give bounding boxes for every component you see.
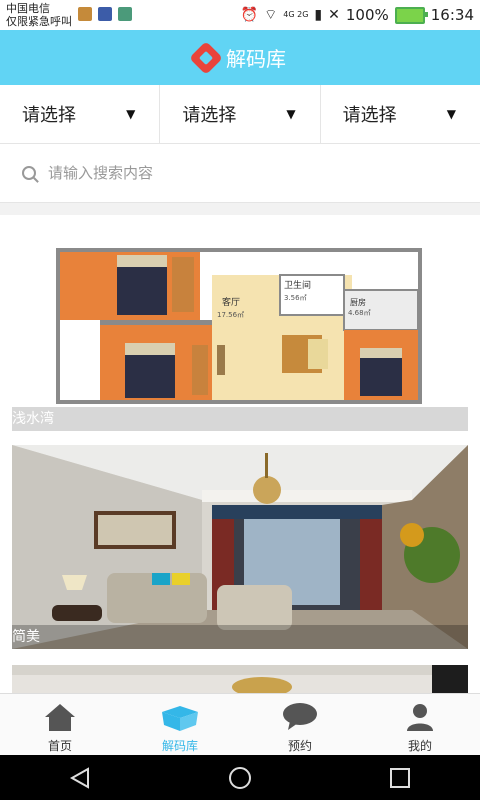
back-button[interactable] (60, 758, 100, 798)
battery-percent: 100% (345, 6, 389, 24)
search-input[interactable] (46, 163, 430, 183)
carrier-name: 中国电信 (6, 2, 50, 15)
no-signal-icon: ✕ (328, 7, 340, 23)
recents-square-icon (390, 767, 410, 788)
home-circle-icon (229, 766, 251, 789)
emergency-text: 仅限紧急呼叫 (6, 15, 72, 28)
search-icon (22, 166, 36, 180)
room-area-living: 17.56㎡ (217, 311, 244, 319)
design-card[interactable]: 客厅 17.56㎡ 卫生间 3.56㎡ 厨房 4.68㎡ 浅水湾 (12, 235, 468, 431)
section-divider (0, 203, 480, 215)
signal-icon: ▮ (314, 7, 323, 23)
filter-dropdown-2[interactable]: 请选择 ▼ (160, 85, 321, 143)
interior-photo (12, 445, 468, 649)
nav-item-appointment[interactable]: 预约 (240, 694, 360, 756)
room-area-bath: 3.56㎡ (284, 294, 307, 302)
status-indicators: ⏰ ⌔ 4G 2G ▮ ✕ 100% 16:34 (241, 6, 474, 24)
interior-photo (12, 665, 468, 693)
app-header: 解码库 (0, 30, 480, 85)
filter-dropdown-1[interactable]: 请选择 ▼ (0, 85, 161, 143)
user-icon (407, 704, 433, 731)
filter-label: 请选择 (342, 105, 397, 126)
room-label-kitchen: 厨房 (350, 297, 366, 307)
back-triangle-icon (69, 766, 89, 789)
system-navigation-bar (0, 755, 480, 800)
filter-label: 请选择 (182, 105, 237, 126)
image-notification-icon (118, 7, 132, 21)
nav-label: 预约 (287, 739, 312, 753)
clock: 16:34 (430, 6, 474, 24)
filter-label: 请选择 (22, 105, 76, 126)
nav-item-library[interactable]: 解码库 (120, 694, 240, 756)
notification-icons (78, 7, 132, 21)
floor-plan-image: 客厅 17.56㎡ 卫生间 3.56㎡ 厨房 4.68㎡ (56, 248, 422, 404)
app-notification-icon (98, 7, 112, 21)
design-card[interactable]: 简美 (12, 445, 468, 649)
dropdown-arrow-icon: ▼ (286, 107, 296, 121)
dropdown-arrow-icon: ▼ (126, 107, 136, 121)
nav-label: 解码库 (161, 739, 198, 753)
room-area-kitchen: 4.68㎡ (348, 309, 371, 317)
box-icon (162, 706, 198, 731)
nav-label: 首页 (47, 739, 72, 753)
nav-item-profile[interactable]: 我的 (360, 694, 480, 756)
status-bar: 中国电信 仅限紧急呼叫 ⏰ ⌔ 4G 2G ▮ ✕ 100% 16:34 (0, 0, 480, 30)
bottom-navigation: 首页 解码库 预约 我的 (0, 693, 480, 756)
network-type: 4G 2G (283, 10, 309, 19)
battery-icon (394, 6, 428, 24)
home-button[interactable] (220, 758, 260, 798)
page-title: 解码库 (226, 47, 286, 71)
chat-bubble-icon (283, 703, 317, 730)
app-logo-icon (189, 40, 223, 75)
wifi-icon: ⌔ (264, 7, 278, 23)
room-label-living-name: 客厅 (222, 296, 240, 308)
filter-bar: 请选择 ▼ 请选择 ▼ 请选择 ▼ (0, 85, 480, 144)
nav-item-home[interactable]: 首页 (0, 694, 120, 756)
design-list[interactable]: 客厅 17.56㎡ 卫生间 3.56㎡ 厨房 4.68㎡ 浅水湾 简美 (0, 215, 480, 693)
dropdown-arrow-icon: ▼ (446, 107, 456, 121)
carrier-info: 中国电信 仅限紧急呼叫 (6, 2, 72, 28)
filter-dropdown-3[interactable]: 请选择 ▼ (321, 85, 480, 143)
card-caption: 浅水湾 (12, 407, 468, 431)
alarm-icon: ⏰ (240, 7, 259, 23)
room-label-bath: 卫生间 (284, 279, 311, 291)
app-notification-icon (78, 7, 92, 21)
home-icon (45, 704, 75, 731)
search-bar (0, 144, 480, 203)
recents-button[interactable] (380, 758, 420, 798)
card-caption: 简美 (12, 625, 468, 649)
room-label-living: 客厅 (222, 296, 240, 308)
nav-label: 我的 (407, 739, 432, 753)
design-card[interactable] (12, 665, 468, 693)
